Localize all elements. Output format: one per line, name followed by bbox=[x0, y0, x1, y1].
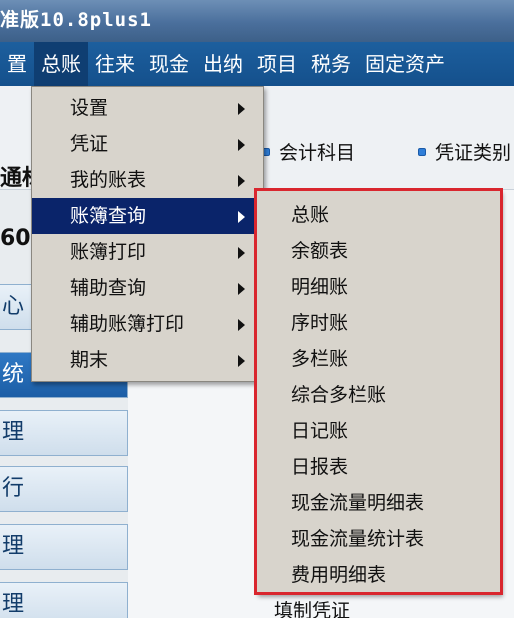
sidebar-item-bank[interactable]: 行 bbox=[0, 466, 128, 512]
menu-bar: 置 总账 往来 现金 出纳 项目 税务 固定资产 bbox=[0, 42, 514, 86]
menu-item-label: 辅助账簿打印 bbox=[70, 313, 185, 335]
menu-item-label: 辅助查询 bbox=[70, 277, 147, 299]
menu-item-auxiliary-query[interactable]: 辅助查询 bbox=[32, 270, 263, 306]
fill-voucher-link[interactable]: 填制凭证 bbox=[274, 596, 350, 618]
submenu-arrow-icon bbox=[238, 175, 245, 187]
menu-item-label: 账簿查询 bbox=[70, 205, 147, 227]
submenu-item-multi-column-ledger[interactable]: 多栏账 bbox=[257, 341, 500, 377]
menu-item-period-end[interactable]: 期末 bbox=[32, 342, 263, 378]
submenu-item-balance-sheet[interactable]: 余额表 bbox=[257, 233, 500, 269]
menu-project[interactable]: 项目 bbox=[250, 42, 304, 86]
menu-item-settings[interactable]: 设置 bbox=[32, 90, 263, 126]
submenu-arrow-icon bbox=[238, 283, 245, 295]
menu-item-ledger-query[interactable]: 账簿查询 bbox=[32, 198, 263, 234]
account-subjects-link[interactable]: 会计科目 bbox=[262, 138, 355, 165]
submenu-item-cash-flow-statistics[interactable]: 现金流量统计表 bbox=[257, 521, 500, 557]
menu-item-label: 账簿打印 bbox=[70, 241, 147, 263]
voucher-types-label: 凭证类别 bbox=[435, 142, 512, 164]
menu-settings-cut[interactable]: 置 bbox=[0, 42, 34, 86]
submenu-item-daily-report[interactable]: 日报表 bbox=[257, 449, 500, 485]
window-title: 准版10.8plus1 bbox=[0, 9, 152, 31]
menu-item-label: 我的账表 bbox=[70, 169, 147, 191]
submenu-item-chronological-ledger[interactable]: 序时账 bbox=[257, 305, 500, 341]
submenu-item-detail-ledger[interactable]: 明细账 bbox=[257, 269, 500, 305]
sidebar-item-manage-2[interactable]: 理 bbox=[0, 524, 128, 570]
submenu-arrow-icon bbox=[238, 319, 245, 331]
menu-item-auxiliary-ledger-print[interactable]: 辅助账簿打印 bbox=[32, 306, 263, 342]
submenu-arrow-icon bbox=[238, 103, 245, 115]
submenu-item-general-ledger[interactable]: 总账 bbox=[257, 197, 500, 233]
submenu-item-journal[interactable]: 日记账 bbox=[257, 413, 500, 449]
title-bar: 准版10.8plus1 bbox=[0, 0, 514, 42]
account-subjects-label: 会计科目 bbox=[279, 142, 356, 164]
menu-item-ledger-print[interactable]: 账簿打印 bbox=[32, 234, 263, 270]
menu-item-label: 设置 bbox=[70, 97, 109, 119]
sidebar-item-manage-3[interactable]: 理 bbox=[0, 582, 128, 618]
voucher-types-link[interactable]: 凭证类别 bbox=[418, 138, 511, 165]
submenu-arrow-icon bbox=[238, 139, 245, 151]
menu-cashier[interactable]: 出纳 bbox=[196, 42, 250, 86]
submenu-arrow-icon bbox=[238, 247, 245, 259]
menu-item-my-reports[interactable]: 我的账表 bbox=[32, 162, 263, 198]
menu-receivables-payables[interactable]: 往来 bbox=[88, 42, 142, 86]
submenu-item-expense-detail[interactable]: 费用明细表 bbox=[257, 557, 500, 593]
menu-fixed-assets[interactable]: 固定资产 bbox=[358, 42, 452, 86]
submenu-arrow-icon bbox=[238, 355, 245, 367]
menu-cash[interactable]: 现金 bbox=[142, 42, 196, 86]
menu-item-label: 期末 bbox=[70, 349, 109, 371]
submenu-arrow-icon bbox=[238, 211, 245, 223]
menu-item-label: 凭证 bbox=[70, 133, 109, 155]
menu-general-ledger[interactable]: 总账 bbox=[34, 42, 88, 86]
bullet-icon bbox=[418, 147, 426, 156]
submenu-item-combined-multi-column-ledger[interactable]: 综合多栏账 bbox=[257, 377, 500, 413]
general-ledger-dropdown: 设置 凭证 我的账表 账簿查询 账簿打印 辅助查询 辅助账簿打印 期末 bbox=[31, 86, 264, 382]
ledger-query-submenu: 总账 余额表 明细账 序时账 多栏账 综合多栏账 日记账 日报表 现金流量明细表… bbox=[256, 190, 501, 594]
sidebar-item-manage-1[interactable]: 理 bbox=[0, 410, 128, 456]
menu-item-voucher[interactable]: 凭证 bbox=[32, 126, 263, 162]
menu-tax[interactable]: 税务 bbox=[304, 42, 358, 86]
submenu-item-cash-flow-detail[interactable]: 现金流量明细表 bbox=[257, 485, 500, 521]
